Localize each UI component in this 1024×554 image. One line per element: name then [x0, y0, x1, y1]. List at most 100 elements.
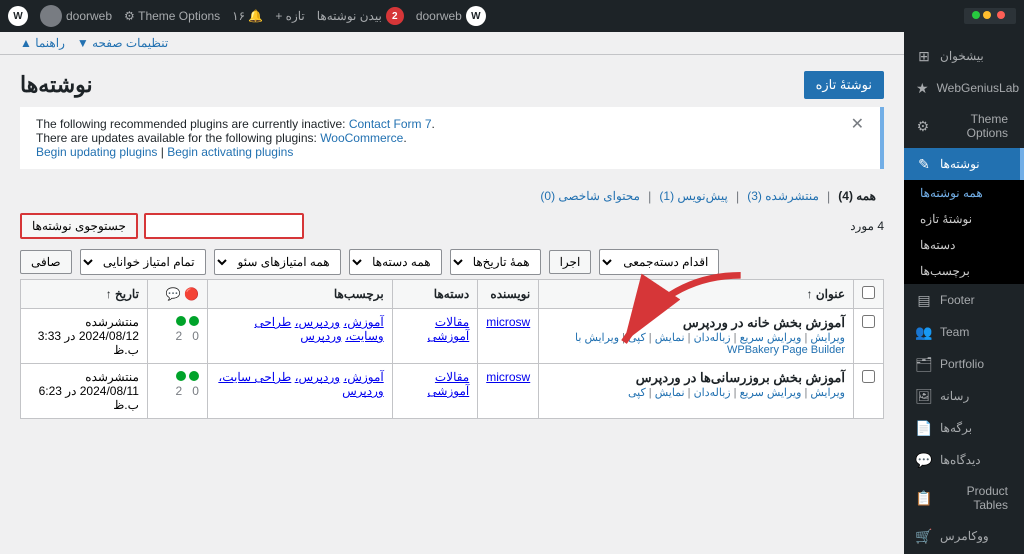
row1-edit-link[interactable]: ویرایش [810, 332, 845, 344]
admin-bar-new[interactable]: تازه + [275, 9, 304, 23]
all-dates-select[interactable]: همهٔ تاریخ‌ها [450, 249, 541, 275]
sidebar-item-label: Product Tables [940, 484, 1008, 512]
row1-checkbox [854, 309, 884, 364]
help-menu[interactable]: راهنما ▲ [20, 36, 65, 50]
all-categories-select[interactable]: همه دسته‌ها [349, 249, 442, 275]
search-row: 4 مورد جستوجوی نوشته‌ها [0, 207, 904, 245]
row1-quick-edit-link[interactable]: ویرایش سریع [740, 332, 802, 344]
row2-quick-edit-link[interactable]: ویرایش سریع [740, 387, 802, 399]
tab-published[interactable]: منتشرشده (3) [739, 185, 827, 207]
admin-bar-right: W doorweb 2 بیدن نوشته‌ها تازه + 🔔 ۱۶ Th… [8, 5, 486, 27]
apply-button[interactable]: اجرا [549, 250, 592, 274]
row1-tag2[interactable]: وردپرس، [295, 315, 340, 329]
sidebar-item-theme-options[interactable]: Theme Options ⚙ [904, 104, 1024, 148]
portfolio-icon: 🗂 [916, 356, 932, 372]
row2-tags: آموزش، وردپرس، طراحی سایت، وردپرس [207, 364, 392, 419]
th-title: عنوان ↑ [539, 280, 854, 309]
page-header: نوشتهٔ تازه نوشته‌ها [0, 55, 904, 107]
row2-trash-link[interactable]: زباله‌دان [694, 387, 731, 399]
row1-title-cell: آموزش بخش خانه در وردپرس ویرایش | ویرایش… [539, 309, 854, 364]
row2-tag3[interactable]: طراحی سایت، [218, 370, 291, 384]
sidebar-item-posts[interactable]: نوشته‌ها ✎ [904, 148, 1024, 180]
user-avatar [40, 5, 62, 27]
row2-seo-dot [189, 371, 199, 381]
admin-bar-site[interactable]: W doorweb [416, 6, 486, 26]
row2-author-link[interactable]: microsw [486, 370, 530, 384]
select-all-checkbox[interactable] [862, 286, 875, 299]
woocommerce-icon: 🛒 [916, 528, 932, 544]
row2-check[interactable] [862, 370, 875, 383]
row1-tag1[interactable]: آموزش، [343, 315, 383, 329]
filter-button[interactable]: صافی [20, 250, 72, 274]
sidebar-item-product-tables[interactable]: Product Tables 📋 [904, 476, 1024, 520]
row1-links: ویرایش | ویرایش سریع | زباله‌دان | نمایش… [547, 331, 845, 356]
search-input[interactable] [144, 213, 304, 239]
page-settings-menu[interactable]: تنظیمات صفحه ▼ [77, 36, 168, 50]
notice-close-button[interactable]: ✕ [851, 117, 864, 133]
row1-read-dot [176, 316, 186, 326]
admin-bar-notifications[interactable]: 2 بیدن نوشته‌ها [317, 7, 404, 25]
row1-check[interactable] [862, 315, 875, 328]
search-button[interactable]: جستوجوی نوشته‌ها [20, 213, 138, 239]
submenu-categories[interactable]: دسته‌ها [904, 232, 1024, 258]
row1-author-link[interactable]: microsw [486, 315, 530, 329]
admin-username: doorweb [66, 9, 112, 23]
begin-updating-link[interactable]: Begin updating plugins [36, 145, 157, 159]
sidebar-item-footer[interactable]: Footer ▤ [904, 284, 1024, 316]
posts-table: عنوان ↑ نویسنده دسته‌ها برچسب‌ها 🔴 [20, 279, 884, 419]
notification-badge: 2 [386, 7, 404, 25]
row1-trash-link[interactable]: زباله‌دان [694, 332, 731, 344]
bulk-action-select[interactable]: اقدام دسته‌جمعی [599, 249, 719, 275]
row2-view-link[interactable]: نمایش [655, 387, 685, 399]
submenu-new-post[interactable]: نوشتهٔ تازه [904, 206, 1024, 232]
notice-line2: There are updates available for the foll… [36, 131, 864, 145]
tab-draft[interactable]: پیش‌نویس (1) [651, 185, 735, 207]
row2-tag4[interactable]: وردپرس [342, 384, 384, 398]
th-categories: دسته‌ها [392, 280, 478, 309]
sidebar-item-label: ووکامرس [940, 529, 989, 543]
row1-tags: آموزش، وردپرس، طراحی وسایت، وردپرس [207, 309, 392, 364]
sidebar-item-label: Team [940, 325, 969, 339]
row2-category-link[interactable]: مقالات آموزشی [427, 370, 469, 398]
row1-date: منتشرشده 2024/08/12 در 3:33 ب.ظ [21, 309, 148, 364]
sidebar-item-portfolio[interactable]: Portfolio 🗂 [904, 348, 1024, 380]
sidebar-item-media[interactable]: رسانه 🖼 [904, 380, 1024, 412]
sidebar-item-woocommerce[interactable]: ووکامرس 🛒 [904, 520, 1024, 552]
admin-bar-theme-options[interactable]: Theme Options ⚙ [124, 9, 220, 23]
contact-form-link[interactable]: Contact Form 7 [349, 117, 432, 131]
submenu-all-posts[interactable]: همه نوشته‌ها [904, 180, 1024, 206]
sidebar-item-comments[interactable]: دیدگاه‌ها 💬 [904, 444, 1024, 476]
row2-title: آموزش بخش بروزرسانی‌ها در وردپرس [547, 370, 845, 386]
sidebar-item-label: برگه‌ها [940, 421, 972, 435]
all-readability-select[interactable]: تمام امتیاز خوانایی [80, 249, 206, 275]
all-meta-select[interactable]: همه امتیازهای سئو [214, 249, 341, 275]
sidebar-item-webgeniuslab[interactable]: WebGeniusLab ★ [904, 72, 1024, 104]
toolbar-row: اقدام دسته‌جمعی اجرا همهٔ تاریخ‌ها همه د… [0, 245, 904, 279]
admin-bar-user[interactable]: doorweb [40, 5, 112, 27]
sidebar-item-dashboard[interactable]: بیشخوان ⊞ [904, 40, 1024, 72]
row1-title: آموزش بخش خانه در وردپرس [547, 315, 845, 331]
admin-bar-wp[interactable]: W [8, 6, 28, 26]
tab-personal[interactable]: محتوای شاخصی (0) [532, 185, 648, 207]
admin-bar: W doorweb 2 بیدن نوشته‌ها تازه + 🔔 ۱۶ Th… [0, 0, 1024, 32]
begin-activating-link[interactable]: Begin activating plugins [167, 145, 293, 159]
submenu-tags[interactable]: برچسب‌ها [904, 258, 1024, 284]
top-menu-bar: تنظیمات صفحه ▼ راهنما ▲ [0, 32, 904, 55]
sidebar: بیشخوان ⊞ WebGeniusLab ★ Theme Options ⚙… [904, 32, 1024, 554]
row1-view-link[interactable]: نمایش [655, 332, 685, 344]
tab-all[interactable]: همه (4) [830, 185, 884, 207]
row2-tag1[interactable]: آموزش، [343, 370, 383, 384]
row1-category-link[interactable]: مقالات آموزشی [427, 315, 469, 343]
row2-edit-link[interactable]: ویرایش [810, 387, 845, 399]
sidebar-item-label: رسانه [940, 389, 969, 403]
th-checkbox [854, 280, 884, 309]
admin-bar-updates[interactable]: 🔔 ۱۶ [232, 9, 263, 23]
row1-copy-link[interactable]: کپی [628, 332, 646, 344]
row1-tag4[interactable]: وردپرس [300, 329, 342, 343]
sidebar-item-team[interactable]: Team 👥 [904, 316, 1024, 348]
row2-copy-link[interactable]: کپی [628, 387, 646, 399]
woocommerce-link[interactable]: WooCommerce [320, 131, 403, 145]
sidebar-item-pages[interactable]: برگه‌ها 📄 [904, 412, 1024, 444]
new-post-button[interactable]: نوشتهٔ تازه [804, 71, 884, 99]
row2-tag2[interactable]: وردپرس، [295, 370, 340, 384]
